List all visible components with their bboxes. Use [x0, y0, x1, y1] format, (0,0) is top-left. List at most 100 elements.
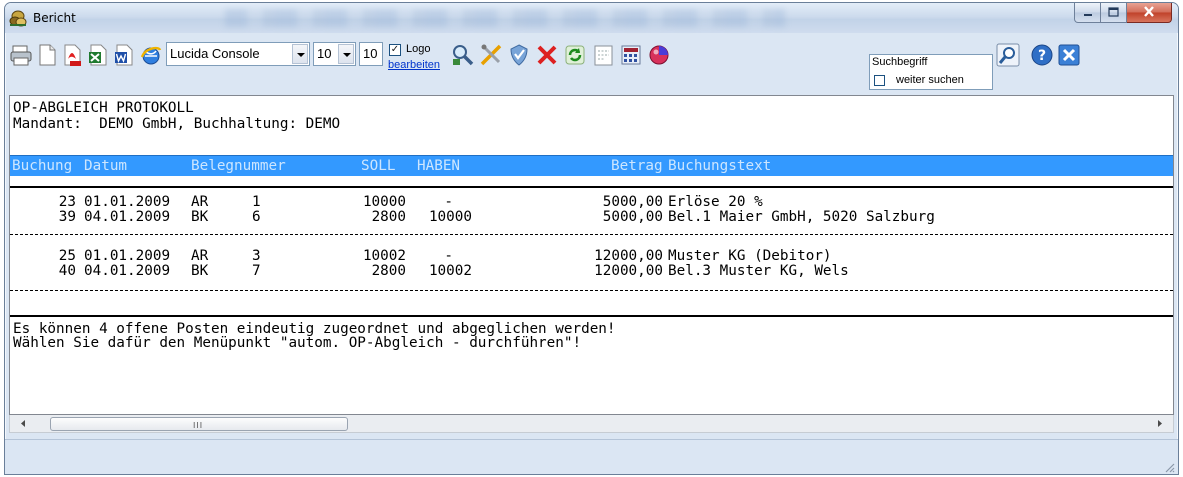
table-row[interactable]: 40 04.01.2009 BK 7 2800 10002 12000,00 Bel.3 Mu…: [10, 263, 1173, 279]
report-view[interactable]: OP-ABGLEICH PROTOKOLL Mandant: DEMO GmbH…: [9, 95, 1174, 415]
delete-icon[interactable]: [535, 43, 559, 67]
table-cell: 10002: [428, 263, 472, 279]
help-icon[interactable]: ?: [1030, 43, 1054, 67]
scroll-left-icon[interactable]: [16, 417, 30, 430]
report-window: Bericht Lucida Console 10 10 ✓ Logo bear…: [4, 2, 1179, 475]
new-page-icon[interactable]: [35, 43, 59, 67]
find-icon[interactable]: [996, 43, 1020, 67]
table-cell: 6: [252, 209, 261, 225]
table-cell: BK: [191, 263, 209, 279]
divider: [10, 186, 1173, 188]
column-header: Belegnummer: [191, 158, 286, 174]
table-cell: 5000,00: [602, 209, 663, 225]
browser-icon[interactable]: [139, 43, 163, 67]
table-cell: 04.01.2009: [84, 263, 171, 279]
table-cell: BK: [191, 209, 209, 225]
table-cell: 3: [252, 248, 261, 264]
close-report-icon[interactable]: [1057, 43, 1081, 67]
minimize-button[interactable]: [1074, 3, 1101, 23]
table-cell: 40: [58, 263, 76, 279]
table-cell: 1: [252, 194, 261, 210]
column-header: SOLL: [361, 158, 396, 174]
table-cell: 10000: [362, 194, 406, 210]
continue-search-label: weiter suchen: [896, 74, 964, 86]
table-cell: 2800: [371, 263, 406, 279]
table-cell: 12000,00: [594, 263, 663, 279]
excel-icon[interactable]: [87, 43, 111, 67]
page-setup-icon[interactable]: [591, 43, 615, 67]
maximize-icon: [1108, 6, 1119, 20]
resize-grip-icon[interactable]: [1163, 461, 1175, 473]
font-size-input[interactable]: 10: [359, 42, 383, 66]
table-cell: AR: [191, 194, 209, 210]
close-button[interactable]: [1127, 3, 1172, 23]
table-cell: 10002: [362, 248, 406, 264]
table-cell: 10000: [428, 209, 472, 225]
font-size-select[interactable]: 10: [313, 42, 356, 66]
table-cell: 7: [252, 263, 261, 279]
edit-logo-link[interactable]: bearbeiten: [388, 59, 440, 71]
table-cell: Bel.3 Muster KG, Wels: [668, 263, 849, 279]
shield-icon[interactable]: [507, 43, 531, 67]
divider: [10, 290, 1173, 291]
chevron-down-icon[interactable]: [338, 44, 354, 64]
table-row[interactable]: 23 01.01.2009 AR 1 10000 - 5000,00 Erlöse 20 %: [10, 194, 1173, 210]
column-header: Datum: [84, 158, 128, 174]
status-bar: [5, 439, 1178, 474]
instruction-message: Wählen Sie dafür den Menüpunkt "autom. O…: [13, 335, 582, 351]
close-icon: [1143, 5, 1155, 20]
app-icon[interactable]: [9, 10, 27, 27]
continue-search-checkbox[interactable]: [874, 75, 885, 86]
search-input[interactable]: Suchbegriff weiter suchen: [869, 54, 993, 90]
table-cell: Erlöse 20 %: [668, 194, 763, 210]
logo-label: Logo: [406, 43, 431, 55]
logo-checkbox[interactable]: ✓: [389, 44, 401, 56]
tools-icon[interactable]: [479, 43, 503, 67]
column-header: HABEN: [417, 158, 461, 174]
table-cell: -: [444, 194, 453, 210]
maximize-button[interactable]: [1101, 3, 1127, 23]
table-cell: Bel.1 Maier GmbH, 5020 Salzburg: [668, 209, 935, 225]
table-cell: 01.01.2009: [84, 194, 171, 210]
chevron-down-icon[interactable]: [292, 44, 308, 64]
pdf-icon[interactable]: [61, 43, 85, 67]
svg-text:?: ?: [1038, 48, 1046, 64]
table-cell: -: [444, 248, 453, 264]
divider: [10, 234, 1173, 235]
divider: [10, 315, 1173, 317]
column-header-row: Buchung Datum Belegnummer SOLL HABEN Bet…: [10, 155, 1173, 176]
refresh-icon[interactable]: [563, 43, 587, 67]
search-icon[interactable]: [451, 43, 475, 67]
column-header: Buchungstext: [668, 158, 772, 174]
toolbar: Lucida Console 10 10 ✓ Logo bearbeiten S…: [5, 33, 1178, 95]
word-icon[interactable]: [113, 43, 137, 67]
table-cell: AR: [191, 248, 209, 264]
color-icon[interactable]: [647, 43, 671, 67]
column-header: Betrag: [611, 158, 663, 174]
scrollbar-grip: III: [193, 421, 204, 430]
table-cell: 2800: [371, 209, 406, 225]
column-header: Buchung: [12, 158, 73, 174]
window-controls: [1074, 3, 1172, 23]
print-icon[interactable]: [9, 43, 33, 67]
minimize-icon: [1083, 6, 1093, 20]
table-cell: 12000,00: [594, 248, 663, 264]
table-row[interactable]: 39 04.01.2009 BK 6 2800 10000 5000,00 Bel.1 Mai…: [10, 209, 1173, 225]
table-cell: 23: [58, 194, 76, 210]
horizontal-scrollbar[interactable]: III: [9, 415, 1174, 433]
search-placeholder: Suchbegriff: [872, 56, 928, 68]
window-title: Bericht: [33, 11, 76, 25]
scroll-right-icon[interactable]: [1153, 417, 1167, 430]
table-cell: 39: [58, 209, 76, 225]
font-name-value: Lucida Console: [170, 46, 260, 61]
font-size-input-value: 10: [363, 46, 378, 61]
font-name-select[interactable]: Lucida Console: [166, 42, 310, 66]
table-cell: 25: [58, 248, 76, 264]
scrollbar-thumb[interactable]: III: [50, 417, 348, 431]
table-cell: 01.01.2009: [84, 248, 171, 264]
report-mandant: Mandant: DEMO GmbH, Buchhaltung: DEMO: [13, 116, 341, 132]
calculator-icon[interactable]: [619, 43, 643, 67]
table-cell: 04.01.2009: [84, 209, 171, 225]
title-bar[interactable]: Bericht: [5, 3, 1178, 33]
table-row[interactable]: 25 01.01.2009 AR 3 10002 - 12000,00 Muster KG (…: [10, 248, 1173, 264]
